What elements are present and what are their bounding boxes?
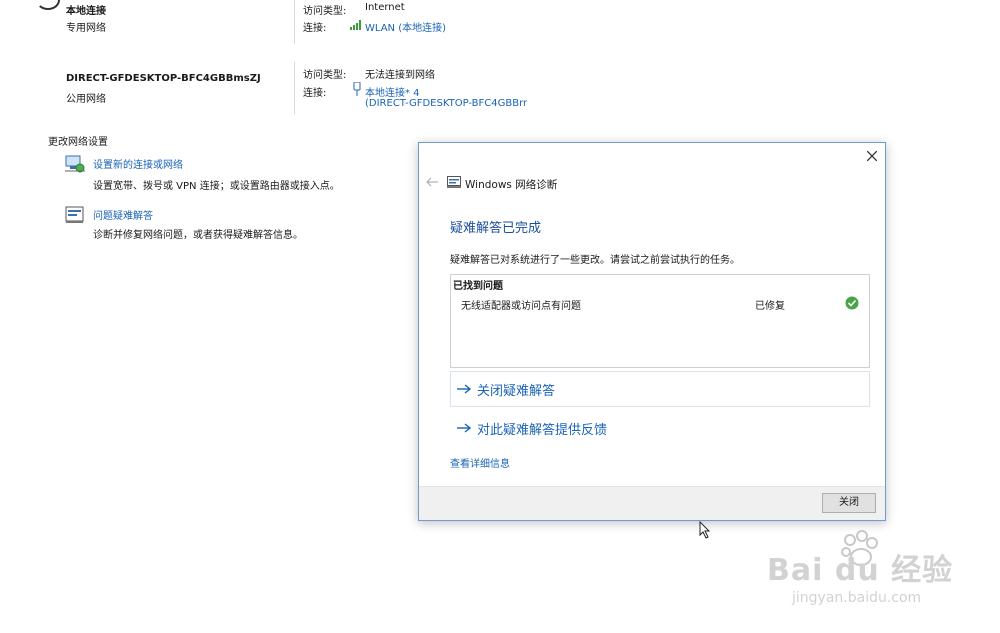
ethernet-icon bbox=[353, 82, 361, 96]
troubleshoot-problems-desc: 诊断并修复网络问题，或者获得疑难解答信息。 bbox=[93, 230, 303, 241]
problem-status: 已修复 bbox=[755, 301, 785, 312]
arrow-right-icon bbox=[457, 384, 471, 394]
access-type-value: Internet bbox=[365, 2, 405, 13]
divider bbox=[294, 62, 295, 114]
wlan-connection-link[interactable]: WLAN (本地连接) bbox=[365, 19, 446, 34]
feedback-link[interactable]: 对此疑难解答提供反馈 bbox=[477, 419, 607, 438]
dialog-description: 疑难解答已对系统进行了一些更改。请尝试之前尝试执行的任务。 bbox=[450, 255, 740, 266]
problems-found-panel: 已找到问题 无线适配器或访问点有问题 已修复 bbox=[450, 274, 870, 368]
setup-new-connection-desc: 设置宽带、拨号或 VPN 连接；或设置路由器或接入点。 bbox=[93, 181, 340, 192]
network-icon-partial bbox=[36, 0, 60, 10]
connection-label: 连接: bbox=[303, 88, 327, 99]
access-type-label: 访问类型: bbox=[303, 70, 347, 81]
diagnostics-icon bbox=[447, 176, 461, 188]
wifi-signal-icon bbox=[350, 20, 361, 30]
local-connection-4-link-line2[interactable]: (DIRECT-GFDESKTOP-BFC4GBBrr bbox=[365, 98, 527, 109]
back-arrow-icon[interactable] bbox=[426, 177, 438, 187]
close-troubleshooter-option[interactable]: 关闭疑难解答 bbox=[450, 371, 870, 407]
change-settings-heading: 更改网络设置 bbox=[48, 137, 108, 148]
close-troubleshooter-link[interactable]: 关闭疑难解答 bbox=[477, 380, 555, 399]
close-icon[interactable] bbox=[867, 151, 877, 161]
access-type-label: 访问类型: bbox=[303, 6, 347, 17]
connection-2-network-type: 公用网络 bbox=[66, 94, 106, 105]
dialog-footer: 关闭 bbox=[419, 486, 885, 520]
fixed-check-icon bbox=[845, 296, 859, 310]
dialog-heading: 疑难解答已完成 bbox=[450, 221, 542, 236]
arrow-right-icon bbox=[457, 423, 471, 433]
mouse-cursor-icon bbox=[699, 521, 711, 539]
problems-header: 已找到问题 bbox=[453, 281, 503, 292]
network-diagnostics-dialog: Windows 网络诊断 疑难解答已完成 疑难解答已对系统进行了一些更改。请尝试… bbox=[418, 142, 886, 521]
dialog-window-title: Windows 网络诊断 bbox=[465, 179, 558, 191]
baidu-watermark-text: Bai du 经验 bbox=[767, 553, 954, 588]
divider bbox=[294, 0, 295, 44]
problem-text: 无线适配器或访问点有问题 bbox=[461, 301, 581, 312]
troubleshoot-problems-link[interactable]: 问题疑难解答 bbox=[93, 207, 153, 222]
baidu-watermark-url: jingyan.baidu.com bbox=[792, 590, 922, 606]
connection-1-name: 本地连接 bbox=[66, 6, 106, 17]
network-setup-icon bbox=[65, 155, 85, 173]
access-type-value: 无法连接到网络 bbox=[365, 70, 435, 81]
setup-new-connection-link[interactable]: 设置新的连接或网络 bbox=[93, 156, 183, 171]
connection-label: 连接: bbox=[303, 23, 327, 34]
local-connection-4-link[interactable]: 本地连接* 4 bbox=[365, 84, 420, 99]
connection-2-name: DIRECT-GFDESKTOP-BFC4GBBmsZJ bbox=[66, 73, 261, 84]
connection-1-network-type: 专用网络 bbox=[66, 23, 106, 34]
close-button[interactable]: 关闭 bbox=[822, 493, 876, 513]
troubleshoot-icon bbox=[65, 206, 84, 223]
view-details-link[interactable]: 查看详细信息 bbox=[450, 455, 510, 470]
